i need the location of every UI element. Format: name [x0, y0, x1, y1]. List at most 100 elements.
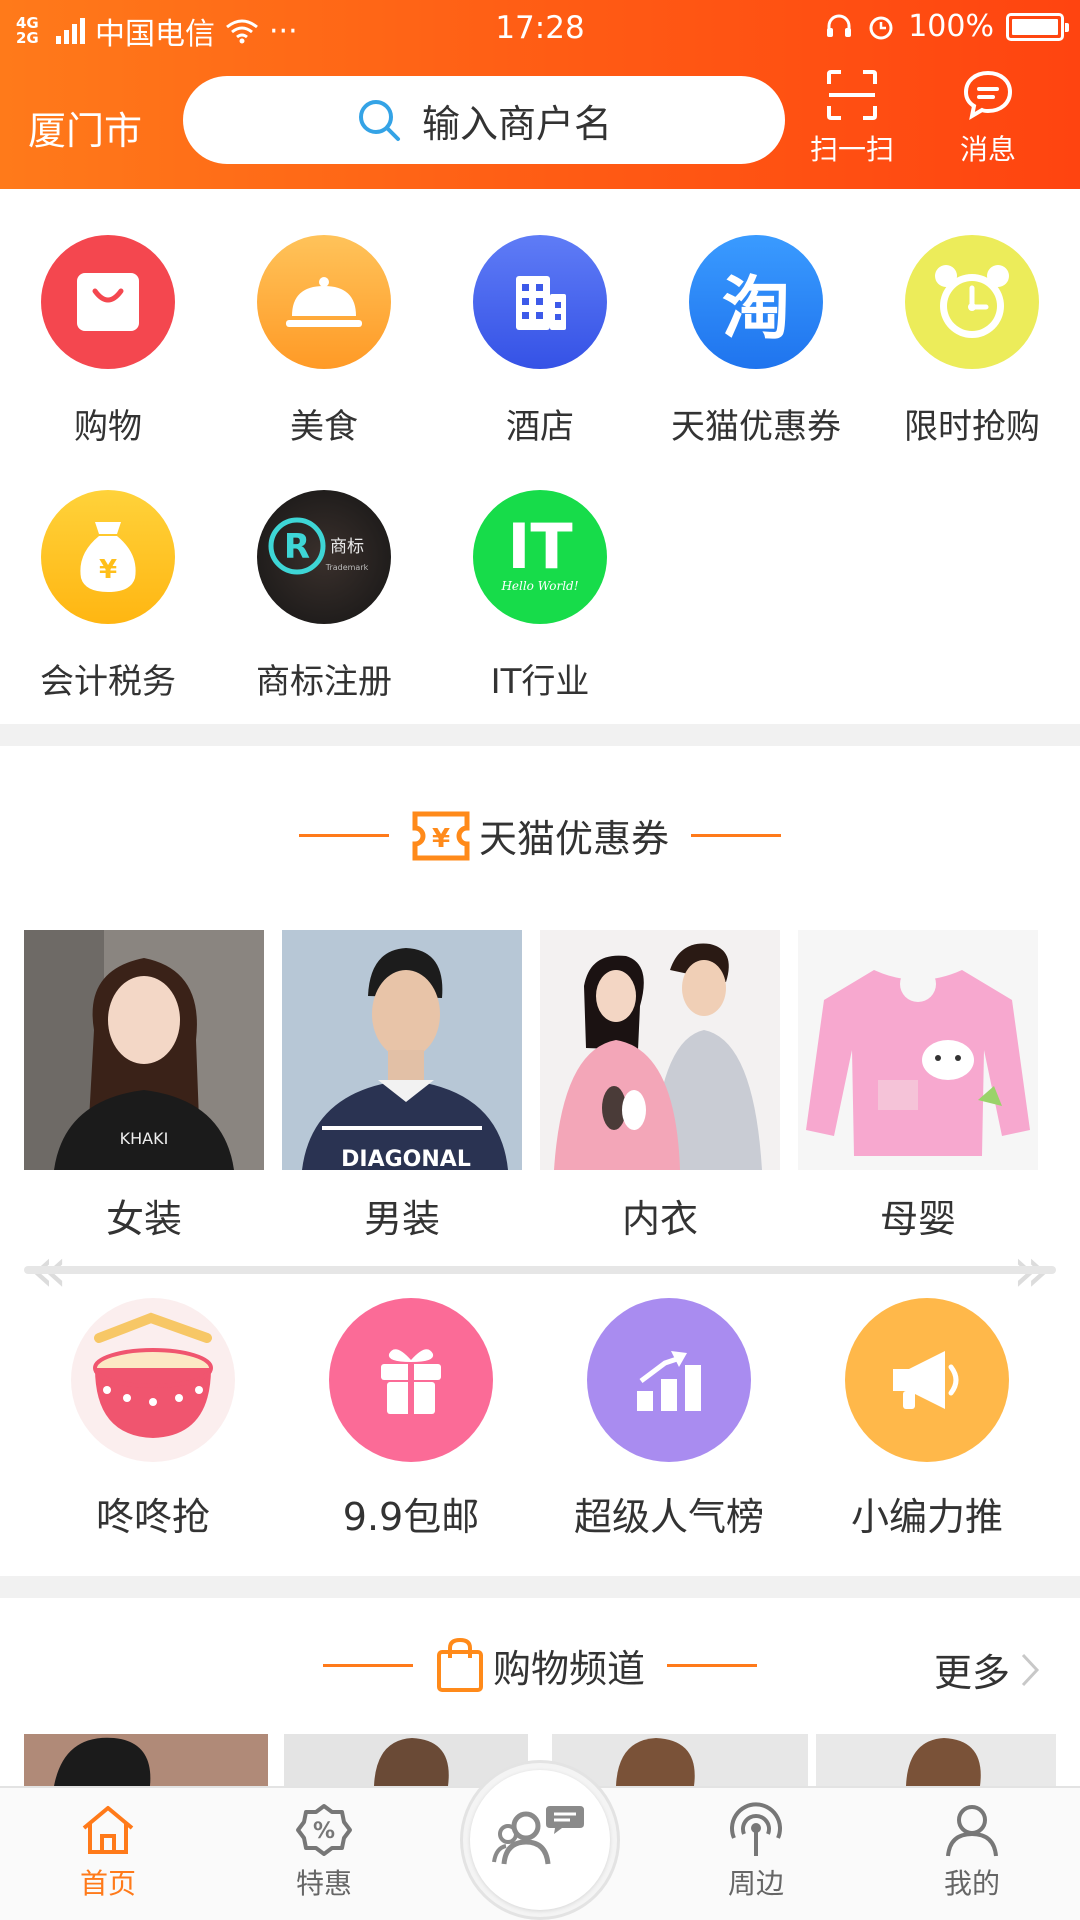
search-placeholder: 输入商户名: [421, 101, 612, 146]
drum-icon: [71, 1298, 235, 1462]
category-label: 会计税务: [40, 662, 176, 702]
section-divider: [0, 1576, 1080, 1598]
header: 厦门市 输入商户名 扫一扫 消息: [0, 58, 1080, 189]
feature-label: 小编力推: [850, 1495, 1003, 1539]
feature-label: 9.9包邮: [342, 1495, 480, 1539]
discount-icon: %: [296, 1804, 352, 1856]
product-image: [540, 930, 780, 1170]
category-tmall-coupon[interactable]: 淘 天猫优惠券: [648, 235, 864, 448]
message-button[interactable]: 消息: [933, 68, 1043, 168]
headset-icon: [827, 14, 852, 37]
it-badge-sub: Hello World!: [500, 579, 578, 593]
category-shopping[interactable]: 购物: [0, 235, 216, 448]
product-label: 内衣: [621, 1197, 698, 1241]
category-label: 限时抢购: [904, 407, 1040, 447]
message-label: 消息: [959, 133, 1016, 166]
food-cloche-icon: [257, 235, 391, 369]
coupon-section-header: ¥ 天猫优惠券: [0, 808, 1080, 863]
feature-free-shipping[interactable]: 9.9包邮: [282, 1298, 540, 1541]
megaphone-icon: [845, 1298, 1009, 1462]
trademark-badge-text: 商标: [330, 537, 364, 557]
svg-text:¥: ¥: [432, 824, 450, 854]
product-label: 母婴: [879, 1197, 956, 1241]
alarm-icon: [869, 16, 893, 39]
feature-label: 咚咚抢: [95, 1495, 210, 1539]
feature-dongdong[interactable]: 咚咚抢: [24, 1298, 282, 1541]
product-print: KHAKI: [120, 1129, 169, 1148]
community-chat-icon: [492, 1806, 584, 1865]
alarm-clock-icon: [905, 235, 1039, 369]
feature-popularity[interactable]: 超级人气榜: [540, 1298, 798, 1541]
gift-icon: [329, 1298, 493, 1462]
category-accounting[interactable]: ¥ 会计税务: [0, 490, 216, 703]
feature-label: 超级人气榜: [573, 1495, 764, 1539]
product-underwear[interactable]: 内衣: [540, 930, 780, 1243]
tab-home[interactable]: 首页: [48, 1802, 168, 1902]
top-bar: 4G 2G 中国电信 ··· 17:28 100% 厦门市 输入商户名 扫一扫 …: [0, 0, 1080, 189]
shopping-product-image[interactable]: [24, 1734, 268, 1786]
section-divider: [0, 724, 1080, 746]
hotel-building-icon: [473, 235, 607, 369]
shopping-section-title: 购物频道: [492, 1646, 645, 1691]
product-image: [798, 930, 1038, 1170]
trademark-badge-sub: Trademark: [325, 563, 369, 572]
category-trademark[interactable]: R 商标 Trademark 商标注册: [216, 490, 432, 703]
category-hotel[interactable]: 酒店: [432, 235, 648, 448]
trademark-icon: R 商标 Trademark: [257, 490, 391, 624]
chart-up-icon: [587, 1298, 751, 1462]
category-flash-sale[interactable]: 限时抢购: [864, 235, 1080, 448]
product-baby[interactable]: 母婴: [798, 930, 1038, 1243]
title-line-left: [298, 834, 389, 837]
carousel-scrollbar[interactable]: [24, 1266, 1056, 1274]
it-badge-text: IT: [507, 510, 572, 583]
nearby-icon: [730, 1802, 782, 1856]
coupon-section-title: 天猫优惠券: [478, 817, 669, 861]
battery-icon: [1006, 12, 1069, 41]
svg-text:R: R: [284, 527, 310, 567]
more-link[interactable]: 更多: [934, 1642, 1040, 1697]
shopping-product-image[interactable]: [816, 1734, 1056, 1786]
center-community-button[interactable]: [460, 1760, 620, 1920]
chevron-right-icon: [1021, 1653, 1040, 1686]
tab-profile[interactable]: 我的: [912, 1802, 1032, 1902]
title-line-right: [691, 834, 781, 837]
product-mens[interactable]: DIAGONAL 男装: [282, 930, 522, 1243]
title-line-left: [322, 1663, 413, 1667]
scan-button[interactable]: 扫一扫: [797, 68, 907, 168]
product-print: DIAGONAL: [341, 1147, 471, 1170]
category-it[interactable]: IT Hello World! IT行业: [432, 490, 648, 703]
tab-label: 周边: [727, 1867, 784, 1900]
tab-discount[interactable]: % 特惠: [264, 1802, 384, 1902]
profile-icon: [946, 1805, 998, 1857]
category-label: 酒店: [506, 407, 574, 447]
svg-text:¥: ¥: [99, 555, 117, 585]
status-right: 100%: [824, 9, 1069, 44]
category-label: 天猫优惠券: [671, 407, 841, 447]
home-icon: [82, 1806, 134, 1854]
feature-editor-pick[interactable]: 小编力推: [798, 1298, 1056, 1541]
product-womens[interactable]: KHAKI 女装: [24, 930, 264, 1243]
shopping-section-header: 购物频道: [0, 1636, 1080, 1694]
money-bag-icon: ¥: [41, 490, 175, 624]
more-label: 更多: [933, 1651, 1010, 1695]
it-icon: IT Hello World!: [473, 490, 607, 624]
shopping-bag-icon: [41, 235, 175, 369]
category-label: 美食: [290, 407, 358, 447]
category-food[interactable]: 美食: [216, 235, 432, 448]
center-button-inner: [470, 1770, 610, 1910]
title-line-right: [667, 1663, 757, 1667]
scan-icon: [827, 70, 877, 120]
tab-nearby[interactable]: 周边: [696, 1802, 816, 1902]
city-selector[interactable]: 厦门市: [28, 100, 142, 155]
search-input[interactable]: 输入商户名: [183, 76, 785, 164]
category-label: 商标注册: [256, 662, 392, 702]
scan-label: 扫一扫: [809, 133, 894, 166]
taobao-icon: 淘: [689, 235, 823, 369]
product-image: KHAKI: [24, 930, 264, 1170]
category-label: 购物: [74, 407, 142, 447]
tab-label: 我的: [943, 1867, 1000, 1900]
search-icon: [358, 100, 400, 141]
product-image: DIAGONAL: [282, 930, 522, 1170]
tab-label: 首页: [79, 1867, 136, 1900]
battery-percent: 100%: [908, 9, 994, 44]
